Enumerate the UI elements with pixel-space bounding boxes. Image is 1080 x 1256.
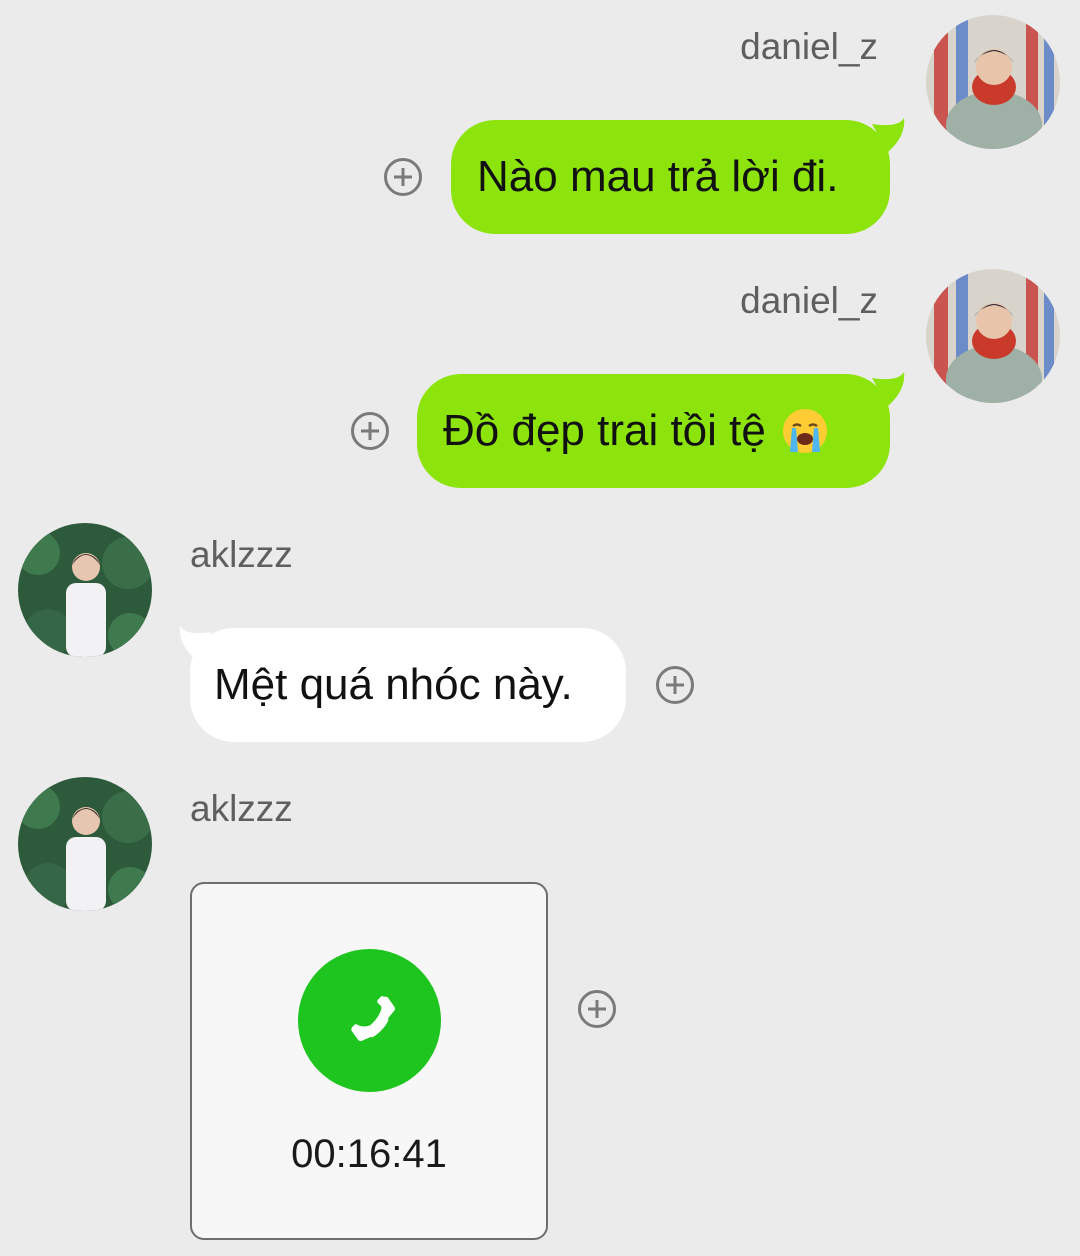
call-record-card[interactable]: 00:16:41 <box>190 882 548 1240</box>
sender-name: aklzzz <box>190 534 293 575</box>
bubble-tail <box>872 118 905 152</box>
call-duration: 00:16:41 <box>291 1132 447 1176</box>
bubble-tail <box>179 626 212 660</box>
sender-name: daniel_z <box>740 280 878 321</box>
message-bubble-outgoing[interactable]: Nào mau trả lời đi. <box>451 120 890 234</box>
phone-icon <box>350 995 395 1041</box>
sender-name: daniel_z <box>740 26 878 67</box>
avatar-image <box>18 523 152 657</box>
call-button[interactable] <box>298 949 441 1092</box>
message-bubble-incoming[interactable]: Mệt quá nhóc này. <box>190 628 626 742</box>
avatar-daniel-z[interactable] <box>926 15 1060 149</box>
bubble-tail <box>872 372 905 406</box>
avatar-image <box>926 269 1060 403</box>
avatar-aklzzz[interactable] <box>18 523 152 657</box>
add-reaction-button[interactable] <box>351 412 389 450</box>
avatar-aklzzz[interactable] <box>18 777 152 911</box>
add-reaction-button[interactable] <box>656 666 694 704</box>
loudly-crying-face-icon <box>782 409 827 453</box>
avatar-image <box>926 15 1060 149</box>
add-reaction-button[interactable] <box>578 990 616 1028</box>
message-text: Đồ đẹp trai tồi tệ <box>443 406 766 455</box>
avatar-image <box>18 777 152 911</box>
add-reaction-button[interactable] <box>384 158 422 196</box>
sender-name: aklzzz <box>190 788 293 829</box>
avatar-daniel-z[interactable] <box>926 269 1060 403</box>
message-text: Mệt quá nhóc này. <box>214 660 573 709</box>
message-bubble-outgoing[interactable]: Đồ đẹp trai tồi tệ <box>417 374 890 488</box>
message-text: Nào mau trả lời đi. <box>477 152 839 201</box>
